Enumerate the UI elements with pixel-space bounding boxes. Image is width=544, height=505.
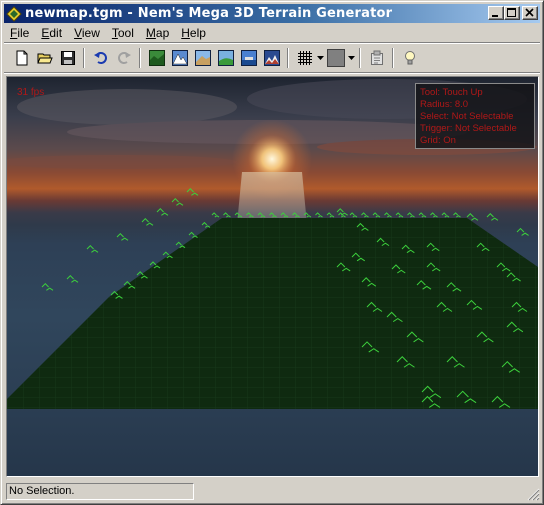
toolbar-separator	[287, 48, 289, 68]
info-radius: Radius: 8.0	[420, 99, 469, 110]
minimize-button[interactable]	[488, 6, 504, 20]
open-button[interactable]	[33, 47, 56, 69]
terrain-view-6-icon	[263, 50, 280, 66]
terrain-marker	[141, 217, 154, 226]
new-file-icon	[14, 50, 30, 66]
terrain-marker	[86, 244, 99, 253]
toolbar-divider	[4, 72, 540, 74]
menu-map[interactable]: Map	[140, 24, 175, 42]
terrain-marker	[395, 212, 404, 218]
terrain-marker	[116, 232, 129, 241]
menu-file[interactable]: File	[4, 24, 35, 42]
chevron-down-icon	[347, 55, 355, 62]
app-window: newmap.tgm - Nem's Mega 3D Terrain Gener…	[0, 0, 544, 505]
color-swatch-icon	[326, 49, 345, 67]
terrain-marker	[349, 212, 358, 218]
toolbar	[4, 45, 540, 71]
app-logo-icon	[6, 5, 22, 22]
properties-icon	[369, 50, 385, 66]
close-button[interactable]	[522, 6, 538, 20]
tool-info-panel: Tool: Touch Up Radius: 8.0 Select: Not S…	[415, 83, 535, 149]
terrain-marker	[361, 212, 369, 218]
grid-icon	[297, 50, 313, 66]
new-file-button[interactable]	[10, 47, 33, 69]
undo-button[interactable]	[89, 47, 112, 69]
terrain-marker	[201, 221, 211, 228]
save-button[interactable]	[56, 47, 79, 69]
terrain-marker	[156, 207, 169, 216]
terrain-marker	[66, 274, 79, 283]
terrain-view-4-icon	[217, 50, 234, 66]
info-tool: Tool: Touch Up	[420, 87, 483, 98]
redo-icon	[116, 50, 132, 66]
menu-tool[interactable]: Tool	[106, 24, 140, 42]
terrain-marker	[384, 212, 392, 218]
terrain-view-6-button[interactable]	[260, 47, 283, 69]
open-folder-icon	[36, 50, 53, 66]
fps-counter: 31 fps	[17, 87, 45, 98]
status-text: No Selection.	[6, 483, 194, 500]
grid-button[interactable]	[293, 47, 316, 69]
terrain-view-4-button[interactable]	[214, 47, 237, 69]
info-trigger: Trigger: Not Selectable	[420, 123, 517, 134]
grid-dropdown-arrow[interactable]	[316, 47, 324, 69]
terrain-marker	[223, 212, 231, 218]
menu-bar: File Edit View Tool Map Help	[4, 24, 212, 42]
terrain-marker	[188, 231, 198, 238]
undo-icon	[93, 50, 109, 66]
info-grid: Grid: On	[420, 135, 456, 146]
terrain-marker	[407, 212, 415, 218]
maximize-button[interactable]	[504, 6, 520, 20]
terrain-marker	[430, 212, 438, 218]
terrain-marker	[486, 213, 499, 221]
title-bar[interactable]: newmap.tgm - Nem's Mega 3D Terrain Gener…	[4, 4, 540, 23]
terrain-plane	[7, 218, 538, 409]
terrain-view-1-icon	[148, 50, 165, 66]
terrain-viewport[interactable]: 31 fps Tool: Touch Up Radius: 8.0 Select…	[6, 76, 539, 477]
terrain-view-3-button[interactable]	[191, 47, 214, 69]
terrain-marker	[326, 212, 335, 218]
menu-divider	[4, 42, 540, 44]
save-icon	[60, 50, 76, 66]
terrain-marker	[186, 187, 199, 196]
terrain-view-5-icon	[240, 50, 257, 66]
toolbar-separator	[392, 48, 394, 68]
terrain-view-3-icon	[194, 50, 211, 66]
terrain-marker	[453, 212, 461, 218]
menu-help[interactable]: Help	[175, 24, 212, 42]
lightbulb-icon	[402, 50, 418, 66]
properties-button[interactable]	[365, 47, 388, 69]
menu-edit[interactable]: Edit	[35, 24, 68, 42]
terrain-view-5-button[interactable]	[237, 47, 260, 69]
terrain-view-1-button[interactable]	[145, 47, 168, 69]
resize-grip-icon[interactable]	[526, 487, 540, 501]
status-bar: No Selection.	[4, 481, 540, 501]
terrain-marker	[315, 212, 323, 218]
toolbar-separator	[139, 48, 141, 68]
window-controls	[488, 6, 538, 20]
terrain-marker	[41, 282, 54, 291]
terrain-marker	[372, 212, 381, 218]
chevron-down-icon	[316, 55, 324, 62]
color-dropdown-arrow[interactable]	[347, 47, 355, 69]
toolbar-separator	[83, 48, 85, 68]
window-title: newmap.tgm - Nem's Mega 3D Terrain Gener…	[25, 6, 393, 21]
info-select: Select: Not Selectable	[420, 111, 514, 122]
terrain-marker	[516, 227, 529, 236]
lighting-button[interactable]	[398, 47, 421, 69]
terrain-marker	[211, 212, 220, 218]
terrain-view-2-button[interactable]	[168, 47, 191, 69]
terrain-marker	[418, 212, 427, 218]
terrain-view-2-icon	[171, 50, 188, 66]
redo-button[interactable]	[112, 47, 135, 69]
toolbar-separator	[359, 48, 361, 68]
color-swatch-button[interactable]	[324, 47, 347, 69]
terrain-marker	[441, 212, 450, 218]
terrain-marker	[171, 197, 184, 206]
menu-view[interactable]: View	[68, 24, 106, 42]
